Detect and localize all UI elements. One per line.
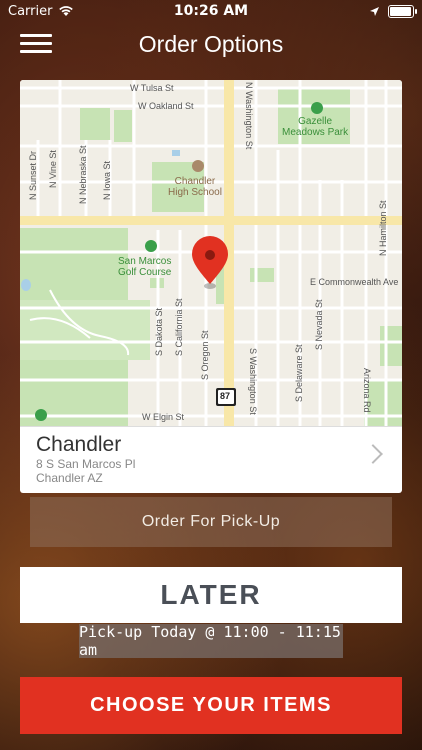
store-map[interactable]: W Tulsa St W Oakland St N Washington St …: [20, 80, 402, 426]
map-label-golf-course: San Marcos Golf Course: [118, 256, 172, 278]
map-label-nevada: S Nevada St: [314, 299, 324, 350]
map-label-delaware: S Delaware St: [294, 344, 304, 402]
school-poi-icon: [192, 160, 204, 172]
store-city: Chandler AZ: [36, 471, 103, 485]
golf-poi-icon: [145, 240, 157, 252]
battery-icon: [388, 4, 417, 18]
navigation-bar: Order Options: [0, 22, 422, 66]
map-label-commonwealth: E Commonwealth Ave: [310, 277, 399, 287]
park-poi-icon: [311, 102, 323, 114]
map-label-california: S California St: [174, 298, 184, 356]
choose-items-button[interactable]: CHOOSE YOUR ITEMS: [20, 677, 402, 734]
page-title: Order Options: [138, 30, 284, 57]
map-label-arizona: Arizona Rd: [362, 368, 372, 413]
status-bar: Carrier 10:26 AM: [0, 0, 422, 22]
map-label-sunset: N Sunset Dr: [28, 150, 38, 200]
map-label-oregon: S Oregon St: [200, 330, 210, 380]
store-location-row[interactable]: Chandler 8 S San Marcos Pl Chandler AZ: [20, 426, 402, 493]
store-name: Chandler: [36, 433, 122, 456]
map-label-tulsa: W Tulsa St: [130, 83, 174, 93]
pickup-time-label: Pick-up Today @ 11:00 - 11:15 am: [79, 623, 343, 659]
order-pickup-button[interactable]: Order For Pick-Up: [30, 497, 392, 547]
map-label-washington-s: S Washington St: [248, 348, 258, 415]
map-label-elgin: W Elgin St: [142, 412, 185, 422]
map-label-washington-n: N Washington St: [244, 82, 254, 150]
later-button[interactable]: LATER: [20, 567, 402, 623]
map-label-hwy: 87: [220, 391, 231, 401]
map-label-hamilton: N Hamilton St: [378, 200, 388, 256]
map-label-gazelle: Gazelle Meadows Park: [282, 116, 349, 138]
map-label-dakota: S Dakota St: [154, 307, 164, 356]
store-address: 8 S San Marcos Pl: [36, 457, 136, 471]
map-label-oakland: W Oakland St: [138, 101, 194, 111]
status-time: 10:26 AM: [173, 3, 249, 19]
map-label-high-school: Chandler High School: [168, 176, 222, 198]
park-poi-icon-2: [35, 409, 47, 421]
store-card: W Tulsa St W Oakland St N Washington St …: [20, 80, 402, 493]
map-label-vine: N Vine St: [48, 150, 58, 188]
map-label-nebraska: N Nebraska St: [78, 145, 88, 204]
hamburger-menu-icon[interactable]: [20, 34, 52, 54]
map-label-iowa: N Iowa St: [102, 160, 112, 200]
